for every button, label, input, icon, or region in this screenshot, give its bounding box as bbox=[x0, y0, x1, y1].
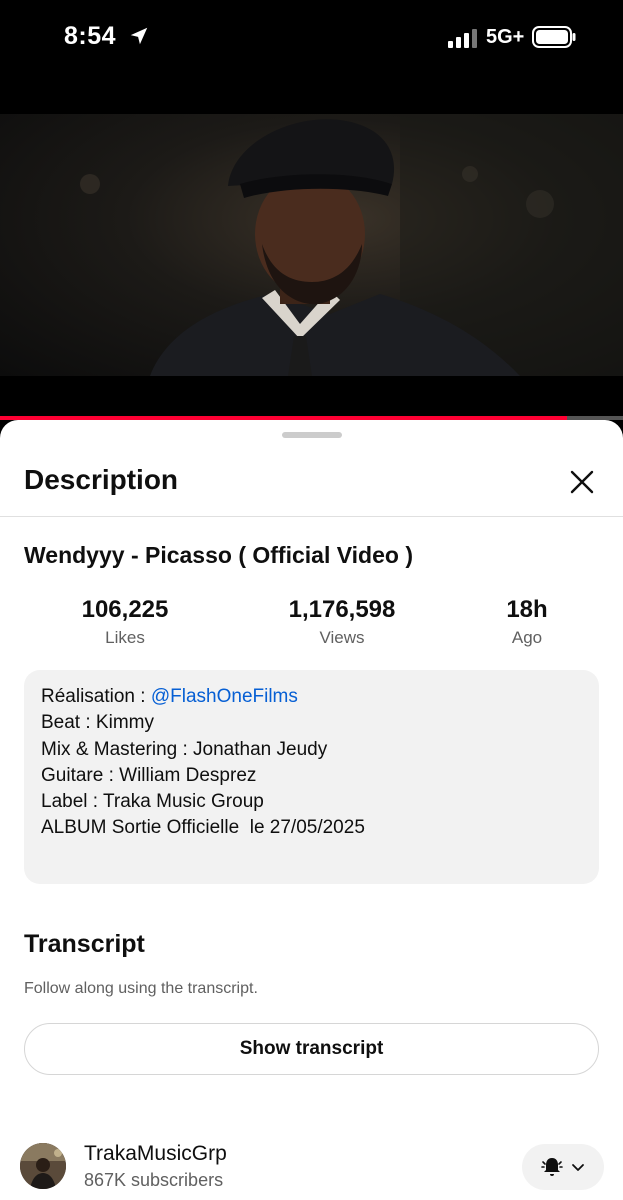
status-bar: 8:54 5G+ bbox=[0, 0, 623, 72]
close-icon[interactable] bbox=[564, 464, 600, 500]
transcript-title: Transcript bbox=[24, 930, 145, 958]
likes-label: Likes bbox=[105, 628, 145, 647]
bell-icon bbox=[541, 1158, 563, 1176]
description-text-box: Réalisation : @FlashOneFilms Beat : Kimm… bbox=[24, 670, 599, 884]
age-value: 18h bbox=[506, 596, 548, 623]
subscriber-count: 867K subscribers bbox=[84, 1170, 224, 1190]
description-line: ALBUM Sortie Officielle le 27/05/2025 bbox=[41, 817, 365, 839]
likes-count: 106,225 bbox=[81, 596, 169, 623]
description-line: Mix & Mastering : Jonathan Jeudy bbox=[41, 738, 328, 760]
views-stat: 1,176,598 Views bbox=[272, 596, 412, 648]
signal-bars-icon bbox=[448, 29, 477, 48]
notification-bell-button[interactable] bbox=[522, 1144, 604, 1190]
video-title: Wendyyy - Picasso ( Official Video ) bbox=[24, 542, 413, 568]
views-count: 1,176,598 bbox=[288, 596, 396, 623]
avatar[interactable] bbox=[20, 1143, 66, 1189]
drag-handle[interactable] bbox=[282, 432, 342, 438]
description-line: Guitare : William Desprez bbox=[41, 764, 257, 786]
battery-icon bbox=[532, 26, 576, 48]
channel-row[interactable]: TrakaMusicGrp 867K subscribers bbox=[0, 1136, 623, 1200]
age-label: Ago bbox=[511, 628, 543, 647]
credit-label: Réalisation : bbox=[41, 686, 151, 707]
video-stats: 106,225 Likes 1,176,598 Views 18h Ago bbox=[24, 596, 599, 656]
video-still-image bbox=[80, 114, 623, 376]
video-player[interactable] bbox=[0, 72, 623, 418]
panel-title: Description bbox=[24, 464, 179, 495]
show-transcript-button[interactable]: Show transcript bbox=[24, 1023, 599, 1075]
channel-avatar-image bbox=[20, 1143, 66, 1189]
divider bbox=[0, 516, 623, 517]
director-link[interactable]: @FlashOneFilms bbox=[151, 686, 298, 707]
network-type: 5G+ bbox=[486, 26, 525, 48]
likes-stat: 106,225 Likes bbox=[66, 596, 184, 648]
transcript-subtitle: Follow along using the transcript. bbox=[24, 980, 258, 997]
description-line: Réalisation : @FlashOneFilms bbox=[41, 684, 582, 710]
description-panel: Description Wendyyy - Picasso ( Official… bbox=[0, 420, 623, 1200]
description-line: Label : Traka Music Group bbox=[41, 791, 264, 813]
channel-name[interactable]: TrakaMusicGrp bbox=[84, 1142, 227, 1166]
views-label: Views bbox=[319, 628, 365, 647]
age-stat: 18h Ago bbox=[490, 596, 564, 648]
status-time: 8:54 bbox=[64, 22, 117, 50]
location-arrow-icon bbox=[130, 27, 148, 45]
video-frame[interactable] bbox=[0, 114, 623, 376]
description-line: Beat : Kimmy bbox=[41, 712, 154, 734]
chevron-down-icon bbox=[572, 1164, 584, 1171]
